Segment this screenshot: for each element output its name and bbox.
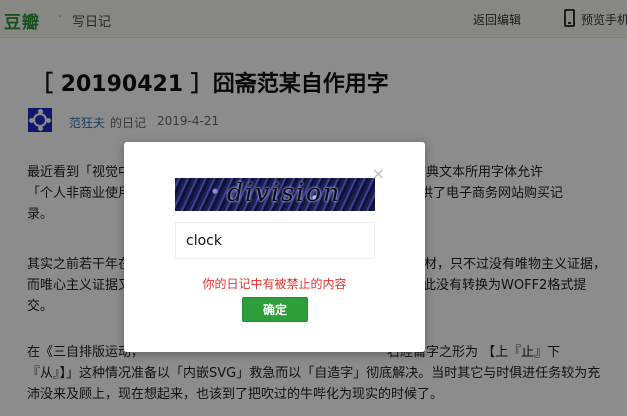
captcha-text: division xyxy=(227,178,342,207)
content-warning-dialog: × division 你的日记中有被禁止的内容 确定 xyxy=(124,142,425,352)
captcha-image[interactable]: division xyxy=(175,178,375,211)
confirm-button[interactable]: 确定 xyxy=(242,297,308,322)
error-message: 你的日记中有被禁止的内容 xyxy=(202,277,347,291)
captcha-input[interactable] xyxy=(175,222,375,259)
